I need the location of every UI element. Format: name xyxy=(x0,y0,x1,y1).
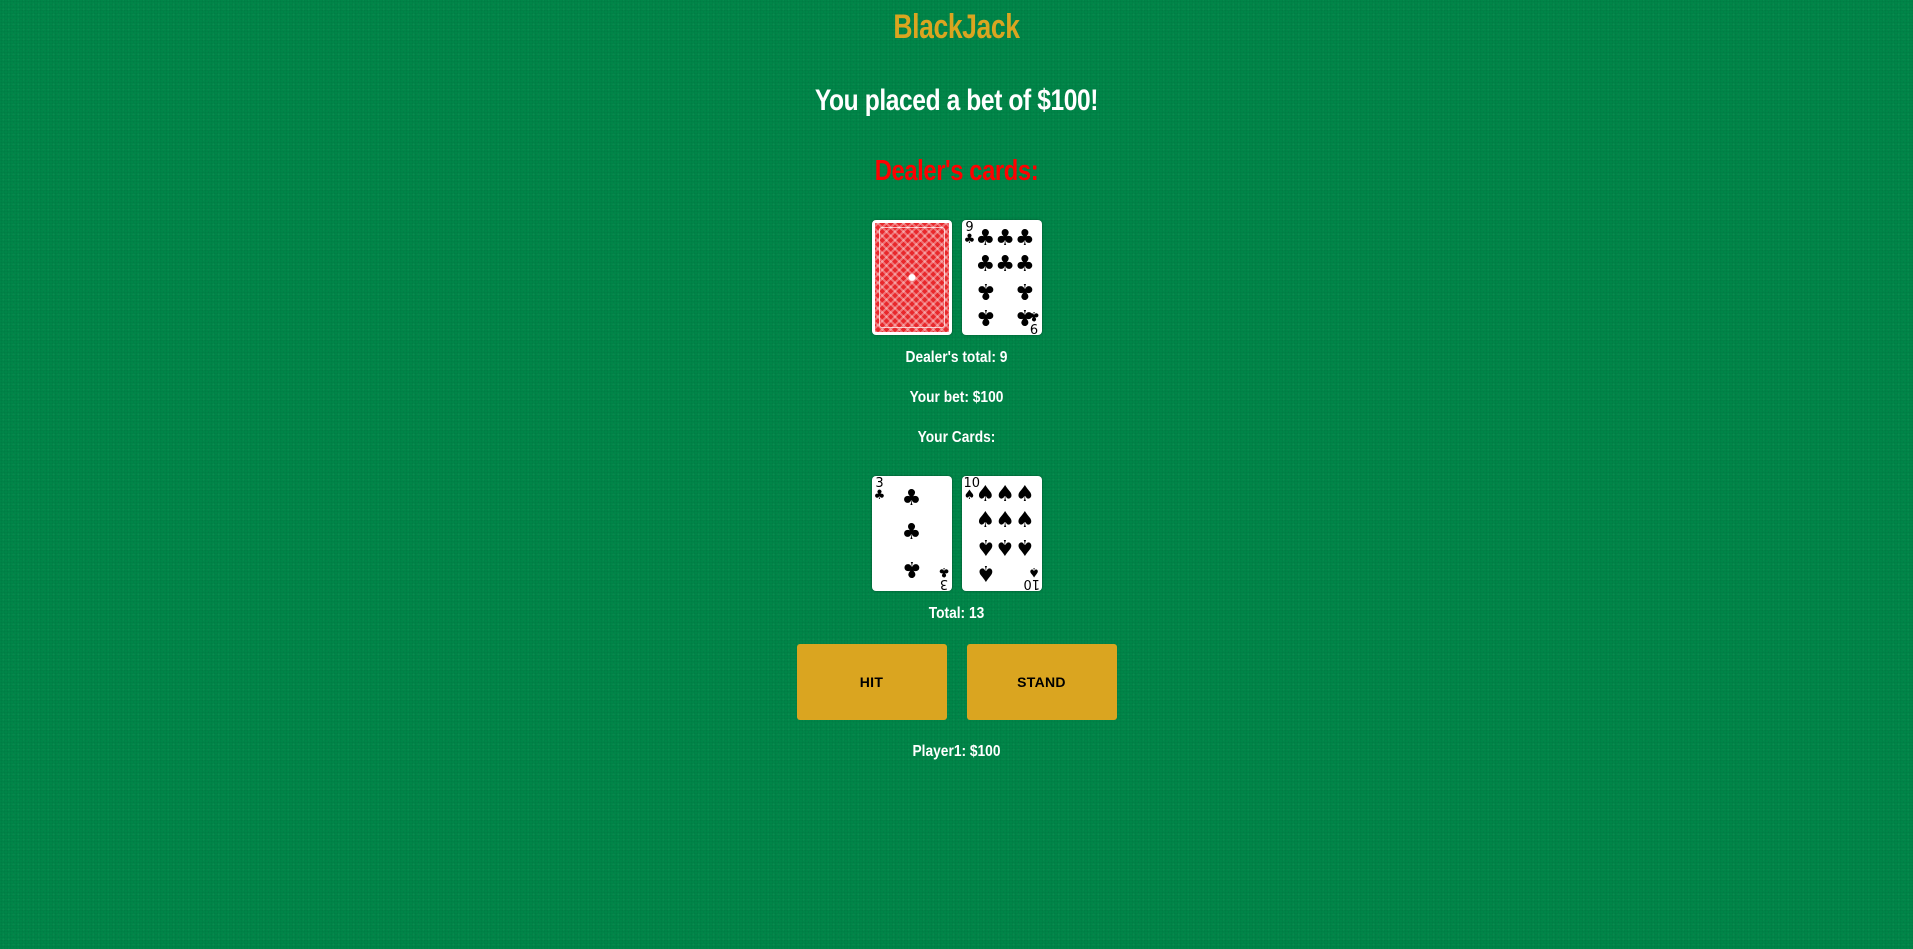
club-icon: ♣ xyxy=(963,232,976,247)
club-icon: ♣ xyxy=(975,225,996,251)
card-corner-bottom: 9 ♣ xyxy=(1027,308,1040,335)
card-corner-top: 10 ♠ xyxy=(963,477,981,503)
card-pips: ♠ ♠ ♠ ♠ ♠ ♠ ♠ ♠ ♠ ♠ ♠ ♠ xyxy=(975,481,1035,586)
club-icon: ♣ xyxy=(1014,251,1035,277)
spade-icon: ♠ xyxy=(995,534,1015,560)
action-buttons: HIT STAND xyxy=(0,644,1913,720)
spade-icon: ♠ xyxy=(995,481,1015,507)
dealer-hand: 9 ♣ ♣ ♣ ♣ ♣ ♣ ♣ ♣ ♣ ♣ ♣ ♣ ♣ 9 ♣ xyxy=(0,220,1913,335)
club-icon: ♣ xyxy=(901,486,922,512)
club-icon: ♣ xyxy=(901,520,922,546)
dealer-total: Dealer's total: 9 xyxy=(905,349,1008,366)
spade-icon: ♠ xyxy=(995,507,1015,533)
hit-button[interactable]: HIT xyxy=(796,644,947,720)
spade-icon: ♠ xyxy=(1014,481,1035,507)
dealer-card-face-down xyxy=(871,220,952,335)
spade-icon: ♠ xyxy=(975,534,996,560)
club-icon: ♣ xyxy=(1027,308,1040,323)
player-bankroll: Player1: $100 xyxy=(912,743,1001,760)
player-card-3-clubs: 3 ♣ ♣ ♣ ♣ 3 ♣ xyxy=(871,476,952,591)
spade-icon: ♠ xyxy=(975,560,996,586)
club-icon: ♣ xyxy=(873,488,886,503)
club-icon: ♣ xyxy=(1014,278,1035,304)
card-corner-top: 3 ♣ xyxy=(873,477,886,503)
game-title: BlackJack xyxy=(893,8,1020,46)
card-corner-top: 9 ♣ xyxy=(963,221,976,247)
spade-icon: ♠ xyxy=(1014,534,1035,560)
club-icon: ♣ xyxy=(937,564,950,579)
spade-icon: ♠ xyxy=(1027,564,1040,579)
card-pips: ♣ ♣ ♣ ♣ ♣ ♣ ♣ ♣ ♣ ♣ ♣ ♣ xyxy=(975,225,1035,330)
player-hand: 3 ♣ ♣ ♣ ♣ 3 ♣ 10 ♠ ♠ ♠ ♠ ♠ ♠ ♠ ♠ ♠ ♠ ♠ 1… xyxy=(0,476,1913,591)
club-icon: ♣ xyxy=(901,555,922,581)
spade-icon: ♠ xyxy=(1014,507,1035,533)
dealer-card-9-clubs: 9 ♣ ♣ ♣ ♣ ♣ ♣ ♣ ♣ ♣ ♣ ♣ ♣ ♣ 9 ♣ xyxy=(961,220,1042,335)
card-pips: ♣ ♣ ♣ xyxy=(886,482,938,585)
player-total: Total: 13 xyxy=(928,605,985,622)
club-icon: ♣ xyxy=(975,278,996,304)
spade-icon: ♠ xyxy=(975,481,996,507)
card-back-pattern xyxy=(878,227,945,328)
dealer-cards-heading: Dealer's cards: xyxy=(874,155,1039,187)
club-icon: ♣ xyxy=(1014,225,1035,251)
card-corner-bottom: 10 ♠ xyxy=(1023,564,1040,591)
card-corner-bottom: 3 ♣ xyxy=(937,564,950,591)
club-icon: ♣ xyxy=(995,225,1015,251)
stand-button[interactable]: STAND xyxy=(966,644,1117,720)
club-icon: ♣ xyxy=(995,251,1015,277)
club-icon: ♣ xyxy=(975,304,996,330)
your-bet: Your bet: $100 xyxy=(909,389,1004,406)
spade-icon: ♠ xyxy=(975,507,996,533)
player-card-10-spades: 10 ♠ ♠ ♠ ♠ ♠ ♠ ♠ ♠ ♠ ♠ ♠ ♠ ♠ 10 ♠ xyxy=(961,476,1042,591)
club-icon: ♣ xyxy=(975,251,996,277)
your-cards-heading: Your Cards: xyxy=(917,429,996,446)
bet-message: You placed a bet of $100! xyxy=(814,84,1099,117)
spade-icon: ♠ xyxy=(963,488,976,503)
blackjack-table: BlackJack You placed a bet of $100! Deal… xyxy=(0,0,1913,949)
